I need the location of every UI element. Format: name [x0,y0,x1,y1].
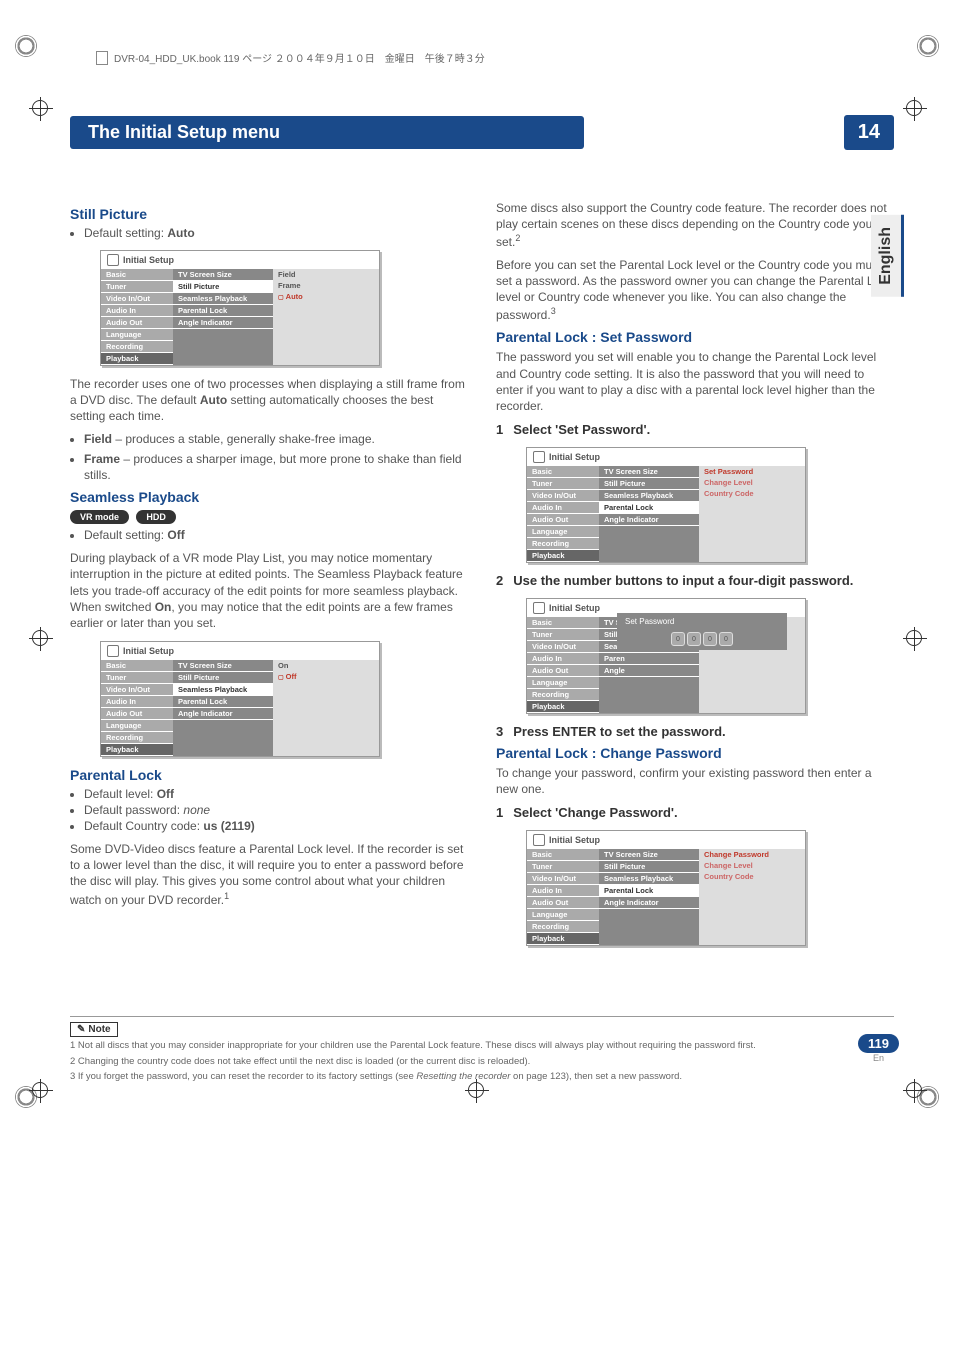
seamless-default: Default setting: Off [84,528,468,542]
language-tab: English [871,215,904,297]
crop-mark-icon [917,35,939,57]
note-label: Note [70,1022,118,1037]
password-digit: 0 [687,632,701,646]
seamless-heading: Seamless Playback [70,489,468,505]
book-info-text: DVR-04_HDD_UK.book 119 ページ ２００４年９月１０日 金曜… [114,50,485,65]
step-3: 3Press ENTER to set the password. [496,724,894,739]
step-2: 2Use the number buttons to input a four-… [496,573,894,588]
still-picture-default: Default setting: Auto [84,226,468,240]
parental-level: Default level: Off [84,787,468,801]
note-3: 3 If you forget the password, you can re… [70,1071,894,1083]
panel-nav: Basic Tuner Video In/Out Audio In Audio … [101,269,173,365]
page-number-block: 119 En [858,1034,899,1063]
country-code-body: Some discs also support the Country code… [496,200,894,251]
panel-title: Initial Setup [101,251,379,269]
password-digit: 0 [703,632,717,646]
frame-bullet: Frame – produces a sharper image, but mo… [84,451,468,483]
setup-panel-still-picture: Initial Setup Basic Tuner Video In/Out A… [100,250,380,366]
panel-values: Field Frame Auto [273,269,379,365]
parental-password: Default password: none [84,803,468,817]
setup-panel-seamless: Initial Setup Basic Tuner Video In/Out A… [100,641,380,757]
title-bar: The Initial Setup menu 14 [70,115,894,150]
change-password-heading: Parental Lock : Change Password [496,745,894,761]
panel-options: TV Screen Size Still Picture Seamless Pl… [173,269,273,365]
notes-section: Note 1 Not all discs that you may consid… [70,1016,894,1083]
set-password-body: The password you set will enable you to … [496,349,894,414]
setup-panel-input-password: Initial Setup Basic Tuner Video In/Out A… [526,598,806,714]
registration-mark-icon [906,630,922,646]
change-password-body: To change your password, confirm your ex… [496,765,894,797]
password-digit: 0 [719,632,733,646]
still-picture-heading: Still Picture [70,206,468,222]
registration-mark-icon [906,100,922,116]
set-password-heading: Parental Lock : Set Password [496,329,894,345]
page-number: 119 [858,1034,899,1053]
vr-mode-badge: VR mode [70,510,129,524]
change-step-1: 1Select 'Change Password'. [496,805,894,820]
password-digit: 0 [671,632,685,646]
registration-mark-icon [468,1082,484,1098]
parental-body: Some DVD-Video discs feature a Parental … [70,841,468,908]
field-bullet: Field – produces a stable, generally sha… [84,431,468,447]
registration-mark-icon [32,630,48,646]
registration-mark-icon [32,1082,48,1098]
page-lang: En [858,1053,899,1063]
parental-country: Default Country code: us (2119) [84,819,468,833]
still-picture-body: The recorder uses one of two processes w… [70,376,468,425]
page-title: The Initial Setup menu [70,116,584,149]
setup-panel-set-password: Initial Setup Basic Tuner Video In/Out A… [526,447,806,563]
registration-mark-icon [32,100,48,116]
hdd-badge: HDD [136,510,176,524]
page-icon [96,51,108,65]
note-2: 2 Changing the country code does not tak… [70,1056,894,1068]
setup-panel-change-password: Initial Setup Basic Tuner Video In/Out A… [526,830,806,946]
parental-heading: Parental Lock [70,767,468,783]
seamless-body: During playback of a VR mode Play List, … [70,550,468,631]
note-1: 1 Not all discs that you may consider in… [70,1040,894,1052]
header-meta: DVR-04_HDD_UK.book 119 ページ ２００４年９月１０日 金曜… [70,50,894,65]
chapter-number: 14 [844,115,894,150]
step-1: 1Select 'Set Password'. [496,422,894,437]
password-popup: Set Password 0000 [617,613,787,650]
password-pre-body: Before you can set the Parental Lock lev… [496,257,894,324]
crop-mark-icon [15,35,37,57]
